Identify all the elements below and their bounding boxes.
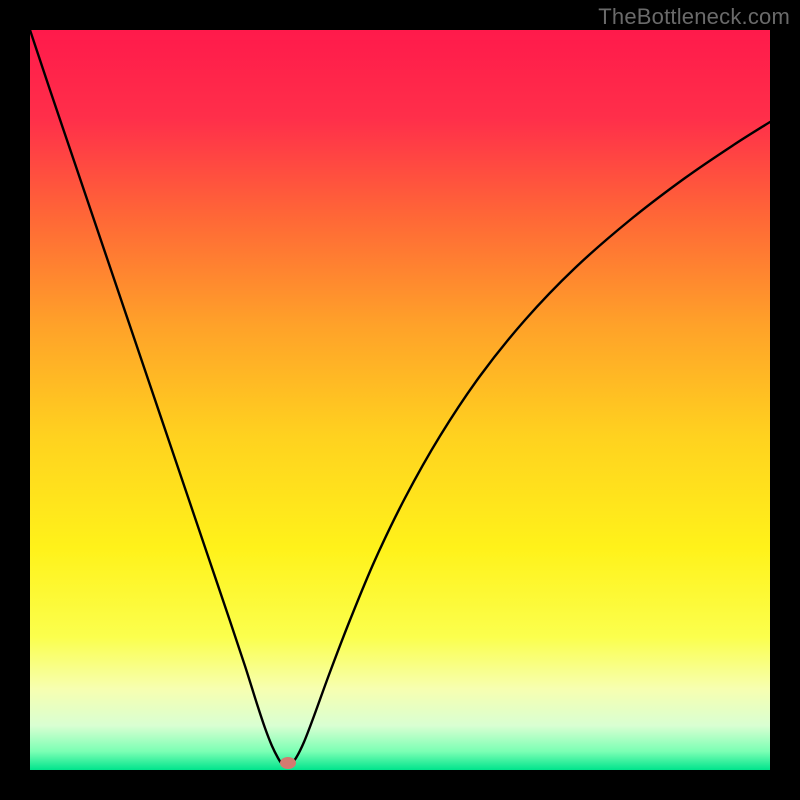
watermark-text: TheBottleneck.com bbox=[598, 4, 790, 30]
chart-frame: TheBottleneck.com bbox=[0, 0, 800, 800]
gradient-background bbox=[30, 30, 770, 770]
plot-area bbox=[30, 30, 770, 770]
optimal-point-marker bbox=[280, 757, 296, 769]
bottleneck-chart bbox=[30, 30, 770, 770]
